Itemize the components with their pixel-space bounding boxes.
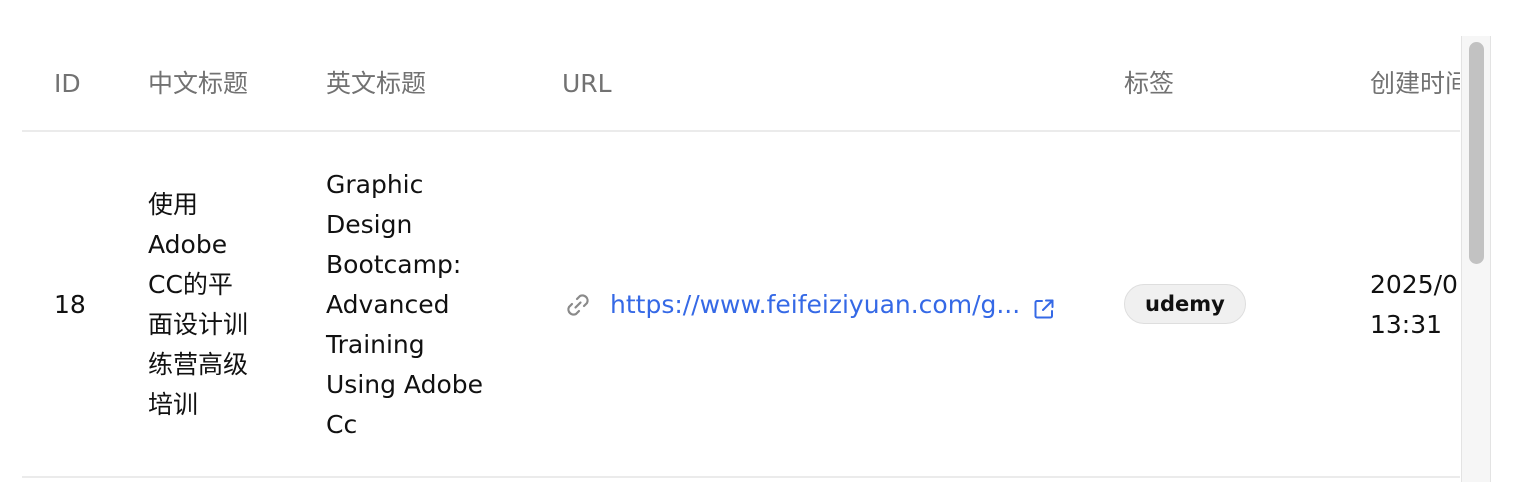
zh-title-line: 使用 <box>148 190 199 219</box>
zh-title-line: CC的平 <box>148 270 233 299</box>
row-tags: udemy <box>1124 283 1246 324</box>
scrollbar-thumb[interactable] <box>1469 42 1484 264</box>
external-link-icon[interactable] <box>1032 293 1056 319</box>
header-zh-title[interactable]: 中文标题 <box>148 68 248 100</box>
header-url[interactable]: URL <box>562 68 612 100</box>
en-title-line: Cc <box>326 410 358 439</box>
zh-title-line: 培训 <box>148 390 199 419</box>
row-en-title: Graphic Design Bootcamp: Advanced Traini… <box>326 165 483 445</box>
en-title-line: Advanced <box>326 290 450 319</box>
en-title-line: Bootcamp: <box>326 250 462 279</box>
header-id[interactable]: ID <box>54 68 81 100</box>
vertical-scrollbar[interactable] <box>1461 36 1491 482</box>
en-title-line: Design <box>326 210 413 239</box>
row-created-at: 2025/0 13:31 <box>1370 265 1458 345</box>
table-viewport: ID 中文标题 英文标题 URL 标签 创建时间 18 使用 Adobe CC的… <box>0 0 1540 482</box>
row-zh-title: 使用 Adobe CC的平 面设计训 练营高级 培训 <box>148 185 248 425</box>
header-en-title[interactable]: 英文标题 <box>326 68 426 100</box>
created-at-line: 2025/0 <box>1370 270 1458 299</box>
header-created-at[interactable]: 创建时间 <box>1370 68 1460 100</box>
url-link[interactable]: https://www.feifeiziyuan.com/g... <box>610 285 1020 325</box>
created-at-line: 13:31 <box>1370 310 1443 339</box>
zh-title-line: Adobe <box>148 230 228 259</box>
zh-title-line: 面设计训 <box>148 310 249 339</box>
en-title-line: Graphic <box>326 170 424 199</box>
table-header: ID 中文标题 英文标题 URL 标签 创建时间 <box>22 0 1460 132</box>
row-id: 18 <box>54 290 86 319</box>
link-icon <box>562 289 594 321</box>
en-title-line: Using Adobe <box>326 370 484 399</box>
tag-badge[interactable]: udemy <box>1124 284 1246 324</box>
row-url: https://www.feifeiziyuan.com/g... <box>562 285 1056 325</box>
table-row[interactable]: 18 使用 Adobe CC的平 面设计训 练营高级 培训 Graphic De… <box>22 132 1460 478</box>
zh-title-line: 练营高级 <box>148 350 249 379</box>
en-title-line: Training <box>326 330 425 359</box>
header-tags[interactable]: 标签 <box>1124 68 1174 100</box>
data-table: ID 中文标题 英文标题 URL 标签 创建时间 18 使用 Adobe CC的… <box>22 0 1460 482</box>
